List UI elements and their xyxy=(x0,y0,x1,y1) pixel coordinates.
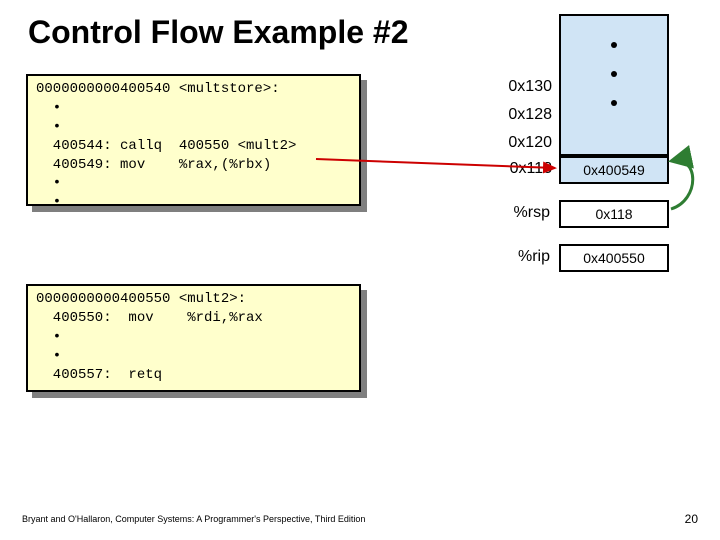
label-rip: %rip xyxy=(490,248,550,266)
addr-0x120: 0x120 xyxy=(492,134,552,152)
ellipsis-dot-icon xyxy=(611,100,617,106)
code-box-mult2: 0000000000400550 <mult2>: 400550: mov %r… xyxy=(26,284,361,392)
addr-0x130: 0x130 xyxy=(492,78,552,96)
code-box-multstore: 0000000000400540 <multstore>: • • 400544… xyxy=(26,74,361,206)
stack-column-top xyxy=(559,14,669,156)
ellipsis-dot-icon xyxy=(611,71,617,77)
slide-title: Control Flow Example #2 xyxy=(28,14,409,51)
reg-cell-rip: 0x400550 xyxy=(559,244,669,272)
arrow-rsp-icon xyxy=(671,160,693,209)
ellipsis-dot-icon xyxy=(611,42,617,48)
addr-0x118: 0x118 xyxy=(492,160,552,178)
addr-0x128: 0x128 xyxy=(492,106,552,124)
footer-text: Bryant and O'Hallaron, Computer Systems:… xyxy=(22,514,365,524)
label-rsp: %rsp xyxy=(490,204,550,222)
page-number: 20 xyxy=(685,512,698,526)
stack-cell-0x118: 0x400549 xyxy=(559,156,669,184)
reg-cell-rsp: 0x118 xyxy=(559,200,669,228)
